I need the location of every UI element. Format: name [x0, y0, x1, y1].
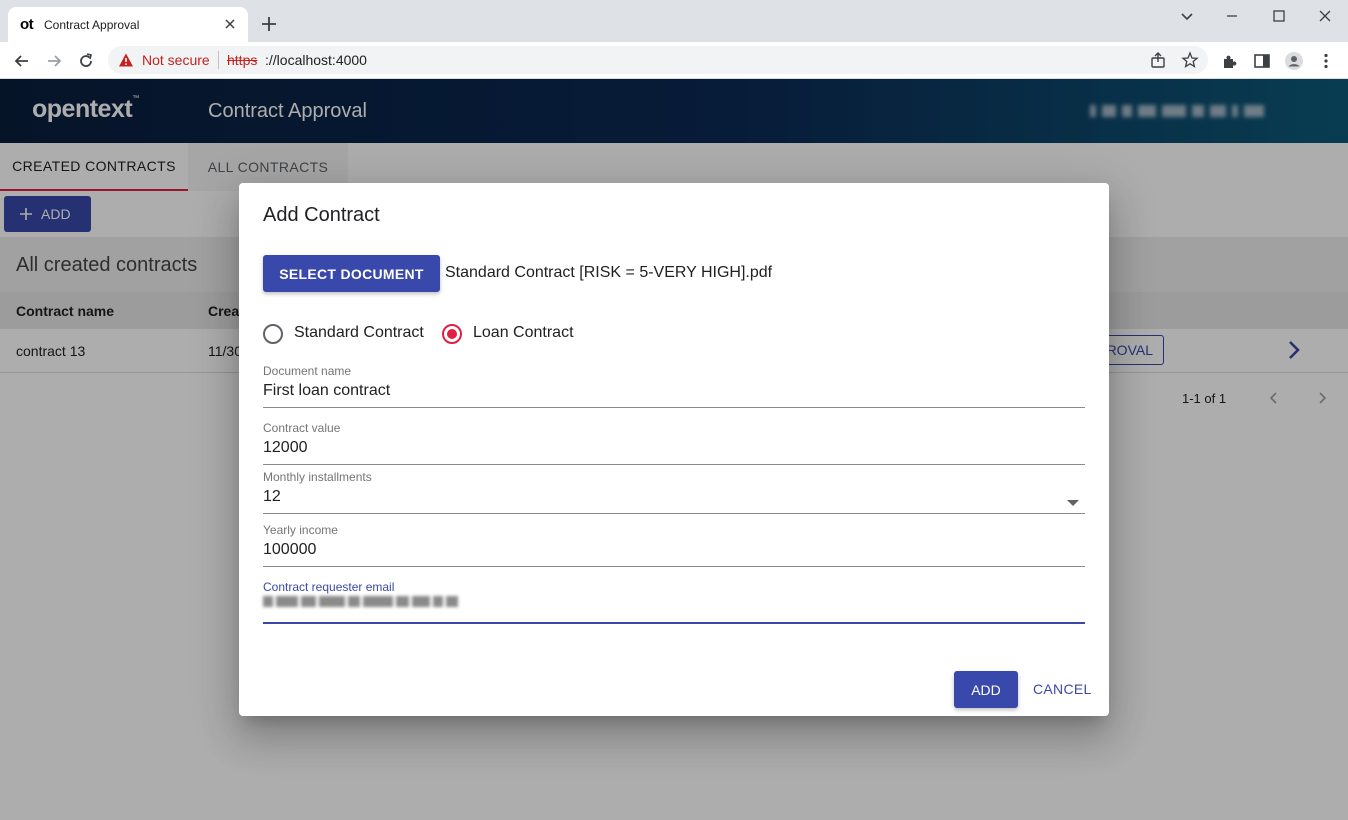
browser-tab-strip: ot Contract Approval	[0, 0, 1348, 42]
reload-icon[interactable]	[76, 51, 96, 71]
minimize-icon[interactable]	[1222, 6, 1242, 26]
selected-file-name: Standard Contract [RISK = 5-VERY HIGH].p…	[445, 264, 773, 281]
extensions-icon[interactable]	[1220, 51, 1240, 71]
add-contract-dialog: Add Contract SELECT DOCUMENT Standard Co…	[239, 183, 1109, 716]
menu-icon[interactable]	[1316, 51, 1336, 71]
forward-icon[interactable]	[44, 51, 64, 71]
radio-label-loan[interactable]: Loan Contract	[473, 324, 574, 342]
monthly-installments-label: Monthly installments	[263, 470, 372, 484]
contract-value-input[interactable]: 12000	[263, 439, 308, 457]
tab-title: Contract Approval	[44, 18, 140, 32]
close-tab-icon[interactable]	[222, 16, 238, 32]
radio-loan-contract[interactable]	[441, 323, 463, 345]
select-document-button[interactable]: SELECT DOCUMENT	[263, 255, 440, 292]
requester-email-field[interactable]: Contract requester email	[263, 580, 1085, 624]
close-window-icon[interactable]	[1315, 6, 1335, 26]
yearly-income-input[interactable]: 100000	[263, 541, 316, 559]
url-host: ://localhost:4000	[265, 52, 367, 68]
monthly-installments-value[interactable]: 12	[263, 488, 281, 506]
dialog-title: Add Contract	[263, 204, 380, 226]
contract-value-field[interactable]: Contract value 12000	[263, 421, 1085, 465]
address-bar[interactable]: Not secure https ://localhost:4000	[108, 46, 1208, 74]
back-icon[interactable]	[12, 51, 32, 71]
profile-icon[interactable]	[1284, 51, 1304, 71]
add-button[interactable]: ADD	[954, 671, 1018, 708]
warning-icon[interactable]	[118, 52, 134, 68]
monthly-installments-select[interactable]: Monthly installments 12	[263, 470, 1085, 514]
document-name-input[interactable]: First loan contract	[263, 382, 390, 400]
yearly-income-label: Yearly income	[263, 523, 338, 537]
maximize-icon[interactable]	[1269, 6, 1289, 26]
requester-email-label: Contract requester email	[263, 580, 395, 594]
tab-favicon: ot	[20, 16, 34, 33]
url-scheme: https	[227, 52, 258, 68]
star-icon[interactable]	[1181, 51, 1199, 69]
share-icon[interactable]	[1149, 51, 1167, 69]
radio-standard-contract[interactable]	[262, 323, 284, 345]
tab-search-icon[interactable]	[1177, 6, 1197, 26]
address-divider	[218, 51, 219, 69]
browser-tab[interactable]: ot Contract Approval	[8, 7, 248, 42]
security-label[interactable]: Not secure	[142, 52, 210, 68]
radio-label-standard[interactable]: Standard Contract	[294, 324, 424, 342]
browser-toolbar: Not secure https ://localhost:4000	[0, 42, 1348, 79]
side-panel-icon[interactable]	[1252, 51, 1272, 71]
document-name-field[interactable]: Document name First loan contract	[263, 364, 1085, 408]
cancel-button[interactable]: CANCEL	[1033, 681, 1092, 697]
contract-value-label: Contract value	[263, 421, 341, 435]
requester-email-redacted[interactable]	[263, 594, 458, 608]
yearly-income-field[interactable]: Yearly income 100000	[263, 523, 1085, 567]
new-tab-icon[interactable]	[260, 15, 278, 33]
document-name-label: Document name	[263, 364, 352, 378]
dropdown-arrow-icon[interactable]	[1067, 500, 1079, 506]
